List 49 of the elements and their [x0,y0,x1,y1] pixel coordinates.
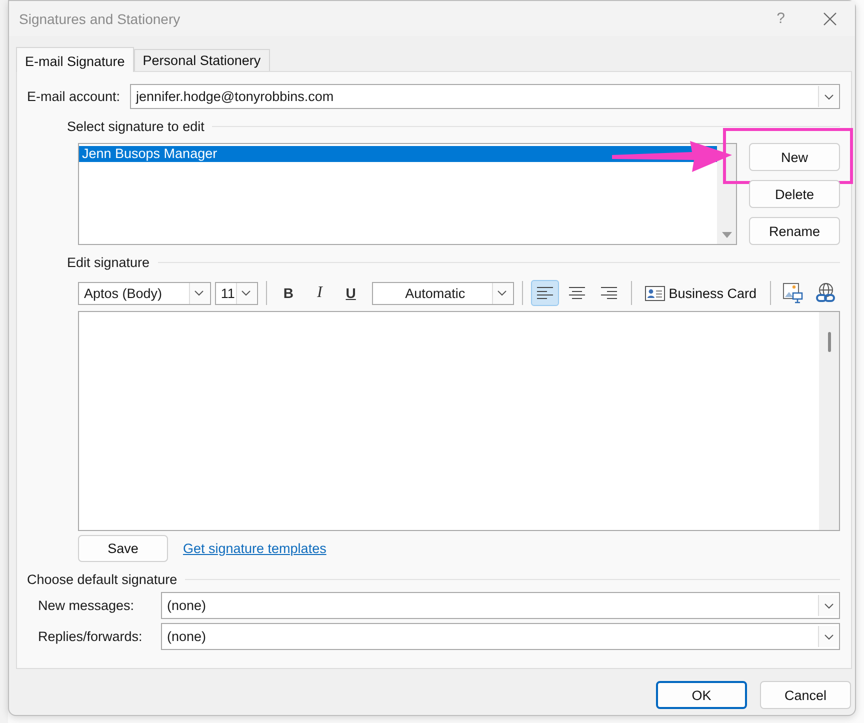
account-dropdown[interactable]: jennifer.hodge@tonyrobbins.com [130,84,840,109]
tab[interactable]: E-mail Signature [16,47,134,72]
toolbar-dropdown[interactable]: Aptos (Body) [78,282,211,304]
signature-button[interactable]: Delete [749,180,840,208]
dropdown-button[interactable] [818,626,838,647]
close-icon[interactable] [823,12,837,26]
dropdown-button[interactable] [236,282,256,304]
section-label: Edit signature [67,254,150,270]
field-label: New messages: [38,598,136,613]
dropdown-button[interactable] [188,282,209,304]
picture-icon [782,282,804,304]
business-card-button[interactable]: Business Card [640,280,762,306]
align-icon [600,286,618,300]
dialog-button[interactable]: Cancel [760,681,851,709]
signature-item[interactable]: Jenn Busops Manager [79,146,717,162]
globe-link-icon [814,282,837,304]
align-button[interactable] [530,280,559,306]
save-button[interactable]: Save [78,535,168,562]
chevron-down-icon [824,602,834,608]
chevron-down-icon [824,634,834,640]
dropdown-button[interactable] [818,86,838,107]
signature-dropdown[interactable]: (none) [161,623,840,650]
templates-link[interactable]: Get signature templates [183,541,326,556]
scrollbar[interactable] [819,312,839,530]
tab[interactable]: Personal Stationery [134,49,270,71]
format-button[interactable]: U [337,280,364,306]
chevron-down-icon [497,290,508,296]
section-label: Choose default signature [27,572,178,586]
toolbar-dropdown[interactable]: Automatic [372,282,514,304]
chevron-down-icon [241,290,252,296]
signature-list[interactable]: Jenn Busops Manager [78,143,737,245]
chevron-down-icon [194,290,204,296]
dropdown-button[interactable] [818,595,838,616]
format-button[interactable]: I [306,280,334,306]
dropdown-button[interactable] [492,282,512,304]
section-label: Select signature to edit [67,118,204,134]
chevron-down-icon [824,94,834,100]
window-title: Signatures and Stationery [19,10,182,26]
contact-card-icon [644,286,665,300]
signature-button[interactable]: Rename [749,217,840,245]
signature-dropdown[interactable]: (none) [161,592,840,619]
toolbar-dropdown[interactable]: 11 [214,282,258,304]
align-icon [568,286,586,300]
signature-button[interactable]: New [749,143,840,171]
field-label: E-mail account: [27,89,120,104]
field-label: Replies/forwards: [38,629,144,644]
dialog-button[interactable]: OK [656,681,747,709]
format-button[interactable]: B [274,280,302,306]
align-icon [536,286,554,300]
